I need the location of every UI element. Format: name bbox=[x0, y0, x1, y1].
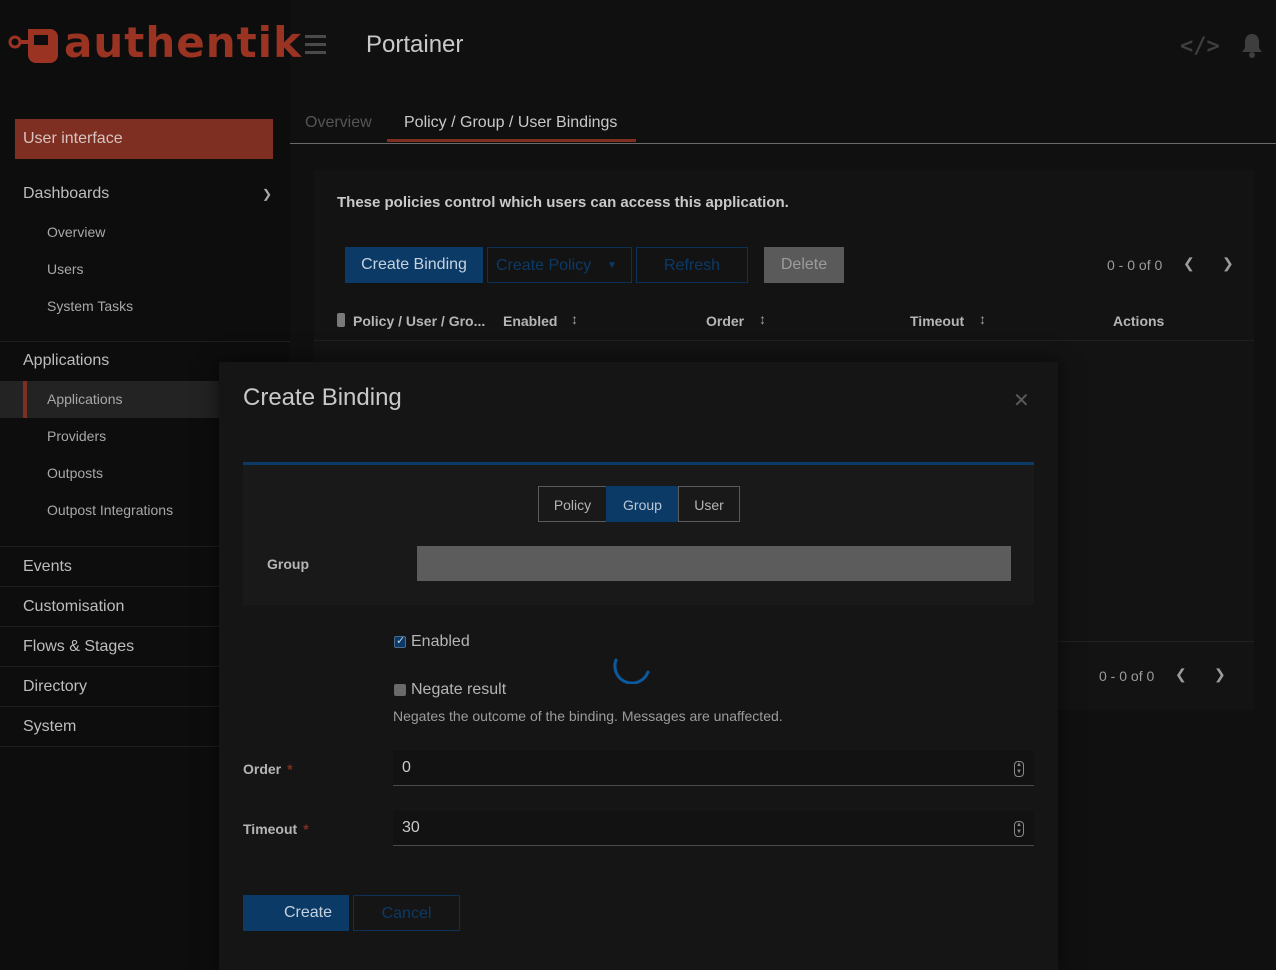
nav-dashboards-toggle[interactable]: Dashboards ❯ bbox=[0, 174, 272, 214]
enabled-label[interactable]: Enabled bbox=[411, 633, 470, 651]
select-all-checkbox[interactable] bbox=[337, 313, 345, 327]
column-header-timeout[interactable]: Timeout bbox=[910, 313, 964, 329]
sidebar-item-system[interactable]: System bbox=[0, 706, 219, 746]
sidebar-item-applications[interactable]: Applications bbox=[0, 381, 219, 418]
create-binding-button[interactable]: Create Binding bbox=[345, 247, 483, 283]
bell-icon[interactable] bbox=[1241, 32, 1263, 58]
nav-dashboards-label: Dashboards bbox=[23, 185, 110, 202]
chevron-down-icon: ❯ bbox=[262, 187, 273, 201]
sidebar-item-directory[interactable]: Directory bbox=[0, 666, 219, 706]
sidebar-item-providers[interactable]: Providers bbox=[0, 418, 219, 455]
column-header-enabled[interactable]: Enabled bbox=[503, 313, 557, 329]
negate-help-text: Negates the outcome of the binding. Mess… bbox=[393, 708, 783, 724]
chevron-right-icon[interactable]: ❯ bbox=[1214, 666, 1226, 683]
divider bbox=[0, 746, 219, 747]
logo-text: authentik bbox=[64, 18, 303, 67]
loading-spinner bbox=[613, 658, 650, 684]
sidebar-item-users[interactable]: Users bbox=[0, 251, 219, 288]
modal-title: Create Binding bbox=[243, 384, 402, 411]
menu-icon[interactable] bbox=[305, 35, 326, 55]
caret-down-icon: ▼ bbox=[607, 260, 617, 271]
stepper-icon[interactable]: ▲ ▼ bbox=[1014, 761, 1024, 777]
group-label: Group bbox=[267, 556, 309, 572]
column-header-order[interactable]: Order bbox=[706, 313, 744, 329]
sidebar-item-flows-stages[interactable]: Flows & Stages bbox=[0, 626, 219, 666]
nav-group-dashboards: Dashboards ❯ Overview Users System Tasks bbox=[0, 174, 272, 325]
tab-overview[interactable]: Overview bbox=[305, 114, 372, 132]
authentik-logo[interactable]: authentik bbox=[8, 22, 302, 64]
sidebar-item-overview[interactable]: Overview bbox=[0, 214, 219, 251]
chevron-left-icon[interactable]: ❮ bbox=[1175, 666, 1187, 683]
nav-group-applications: Applications Applications Providers Outp… bbox=[0, 341, 219, 529]
cancel-button[interactable]: Cancel bbox=[353, 895, 460, 931]
sidebar-item-outpost-integrations[interactable]: Outpost Integrations bbox=[0, 492, 219, 529]
required-indicator: * bbox=[303, 821, 309, 837]
pagination-info-bottom: 0 - 0 of 0 bbox=[1099, 668, 1155, 684]
user-interface-button[interactable]: User interface bbox=[15, 119, 273, 159]
binding-target-panel bbox=[243, 462, 1034, 605]
active-tab-indicator bbox=[387, 139, 636, 142]
close-icon[interactable]: ✕ bbox=[1013, 388, 1030, 413]
chevron-right-icon[interactable]: ❯ bbox=[1222, 255, 1234, 272]
create-policy-button[interactable]: Create Policy ▼ bbox=[487, 247, 632, 283]
nav-applications-label: Applications bbox=[23, 352, 110, 369]
delete-button[interactable]: Delete bbox=[764, 247, 844, 283]
sort-icon[interactable]: ↕ bbox=[571, 311, 578, 327]
order-input[interactable] bbox=[402, 759, 962, 777]
code-icon[interactable]: </> bbox=[1180, 34, 1220, 59]
order-label-text: Order bbox=[243, 761, 282, 777]
authentik-logo-icon bbox=[8, 29, 58, 63]
negate-label[interactable]: Negate result bbox=[411, 681, 506, 699]
toggle-user[interactable]: User bbox=[678, 486, 740, 522]
sidebar-item-system-tasks[interactable]: System Tasks bbox=[0, 288, 219, 325]
sidebar-item-outposts[interactable]: Outposts bbox=[0, 455, 219, 492]
timeout-input[interactable] bbox=[402, 819, 962, 837]
refresh-button[interactable]: Refresh bbox=[636, 247, 748, 283]
sidebar-item-customisation[interactable]: Customisation bbox=[0, 586, 219, 626]
table-header-divider bbox=[314, 340, 1254, 341]
group-select[interactable] bbox=[417, 546, 1011, 581]
timeout-field[interactable]: ▲▼ bbox=[393, 811, 1034, 846]
chevron-left-icon[interactable]: ❮ bbox=[1183, 255, 1195, 272]
nav-applications-toggle[interactable]: Applications bbox=[0, 341, 219, 381]
stepper-icon[interactable]: ▲ ▼ bbox=[1014, 821, 1024, 837]
page-title: Portainer bbox=[366, 31, 464, 58]
tab-bar: Overview Policy / Group / User Bindings bbox=[290, 100, 1276, 144]
order-label: Order * bbox=[243, 761, 293, 777]
toggle-group[interactable]: Group bbox=[606, 486, 679, 522]
sort-icon[interactable]: ↕ bbox=[979, 311, 986, 327]
toggle-policy[interactable]: Policy bbox=[538, 486, 607, 522]
timeout-label-text: Timeout bbox=[243, 821, 298, 837]
negate-checkbox[interactable] bbox=[394, 684, 406, 696]
tab-policy-bindings[interactable]: Policy / Group / User Bindings bbox=[404, 114, 617, 132]
timeout-label: Timeout * bbox=[243, 821, 309, 837]
create-policy-label: Create Policy bbox=[496, 257, 592, 274]
column-header-actions: Actions bbox=[1113, 313, 1165, 329]
required-indicator: * bbox=[287, 761, 293, 777]
create-button[interactable]: Create bbox=[243, 895, 349, 931]
divider bbox=[1058, 641, 1254, 642]
sort-icon[interactable]: ↕ bbox=[759, 311, 766, 327]
column-header-policy: Policy / User / Gro... bbox=[353, 313, 486, 329]
pagination-info-top: 0 - 0 of 0 bbox=[1107, 257, 1163, 273]
enabled-checkbox[interactable] bbox=[394, 634, 406, 648]
bindings-description: These policies control which users can a… bbox=[337, 194, 789, 211]
sidebar-item-events[interactable]: Events bbox=[0, 546, 219, 586]
order-field[interactable]: ▲▼ bbox=[393, 751, 1034, 786]
